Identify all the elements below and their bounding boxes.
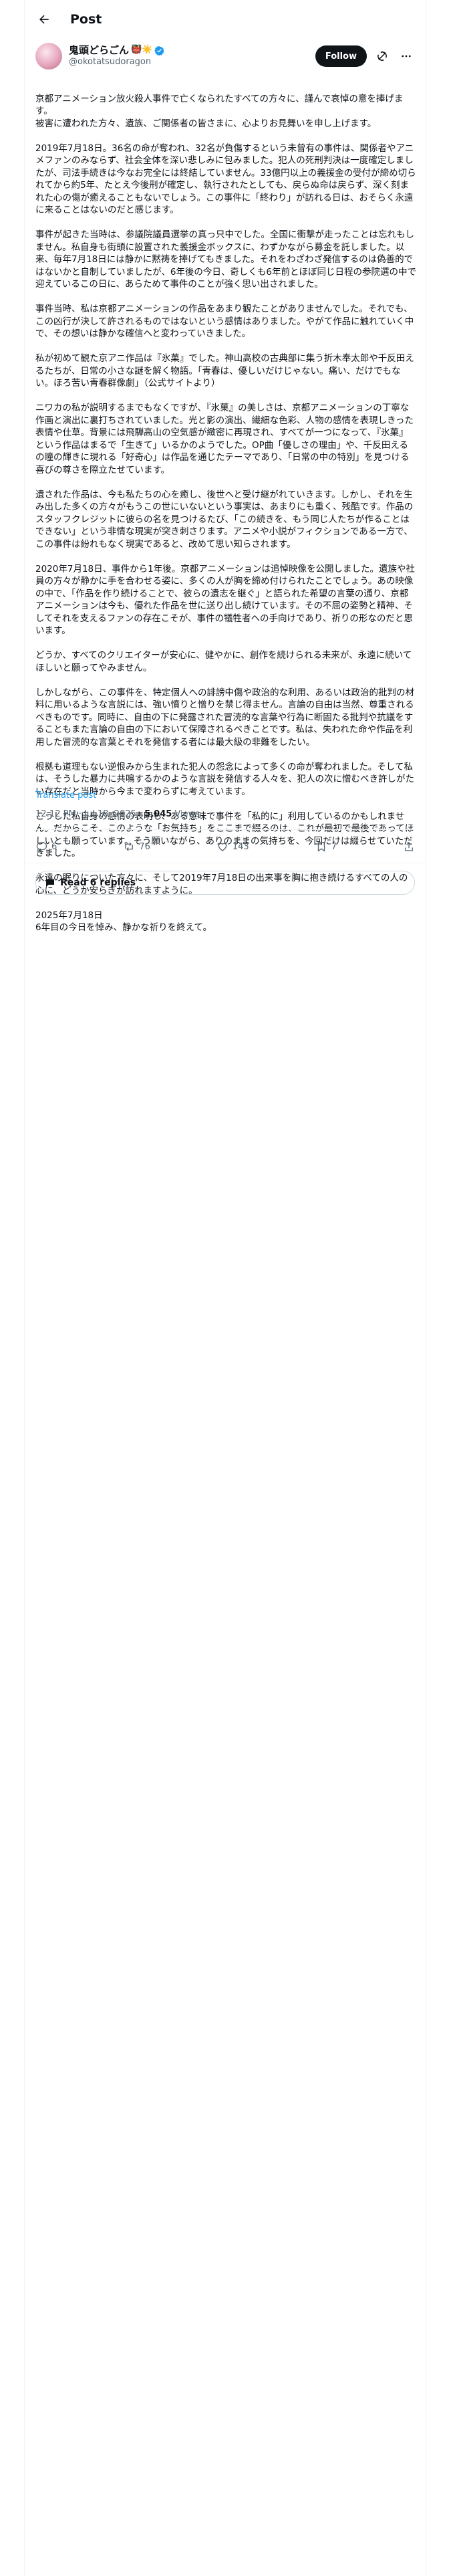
paragraph: 遺された作品は、今も私たちの心を癒し、後世へと受け継がれていきます。しかし、それ… [35, 489, 414, 550]
grok-icon [378, 51, 387, 61]
page-title: Post [70, 12, 102, 27]
like-count: 143 [232, 841, 249, 852]
back-button[interactable] [33, 8, 55, 31]
paragraph: 事件が起きた当時は、参議院議員選挙の真っ只中でした。全国に衝撃が走ったことは忘れ… [35, 229, 417, 290]
reply-count: 6 [51, 841, 57, 852]
share-icon [405, 842, 413, 851]
paragraph: 京都アニメーション放火殺人事件で亡くなられたすべての方々に、謹んで哀悼の意を捧げ… [35, 93, 404, 129]
reply-bubble-icon [46, 879, 54, 887]
reply-icon [36, 842, 47, 852]
repost-icon [125, 842, 134, 851]
more-options-icon [402, 55, 411, 58]
author-handle[interactable]: @okotatsudoragon [69, 56, 164, 68]
views-label: Views [172, 809, 200, 819]
paragraph: しかしながら、この事件を、特定個人への誹謗中傷や政治的な利用、あるいは政治的批判… [35, 687, 414, 748]
display-name-emoji: 👹☀️ [131, 45, 153, 55]
paragraph: 私が初めて観た京アニ作品は『氷菓』でした。神山高校の古典部に集う折木奉太郎や千反… [35, 353, 414, 389]
author-names: 鬼頭どらごん 👹☀️ @okotatsudoragon [69, 44, 165, 68]
main-column: Post 鬼頭どらごん 👹☀️ @okotatsudoragon Follow … [24, 0, 426, 2576]
paragraph: ニワカの私が説明するまでもなくですが、『氷菓』の美しさは、京都アニメーションの丁… [35, 403, 414, 475]
reply-button[interactable]: 6 [35, 841, 57, 853]
display-name-row[interactable]: 鬼頭どらごん 👹☀️ [69, 44, 165, 56]
repost-count: 76 [139, 841, 150, 852]
paragraph: 事件当時、私は京都アニメーションの作品をあまり観たことがありませんでした。それで… [35, 304, 414, 339]
action-bar: 6 76 143 7 [35, 831, 415, 862]
meta-separator: · [136, 809, 145, 819]
top-bar: Post [25, 0, 426, 39]
paragraph: 2020年7月18日、事件から1年後。京都アニメーションは追悼映像を公開しました… [35, 563, 415, 637]
follow-button[interactable]: Follow [315, 45, 367, 67]
back-arrow-icon [39, 15, 49, 24]
more-button[interactable] [398, 47, 415, 65]
display-name: 鬼頭どらごん [69, 44, 130, 56]
paragraph: 2019年7月18日。36名の命が奪われ、32名が負傷するという未曾有の事件は、… [35, 142, 416, 216]
post-time[interactable]: 12:12 PM · Jul 18, 2025 [35, 809, 136, 819]
grok-button[interactable] [373, 47, 391, 65]
avatar[interactable] [35, 43, 62, 70]
like-button[interactable]: 143 [216, 841, 249, 853]
heart-icon [218, 843, 227, 851]
paragraph: 2025年7月18日 6年目の今日を悼み、静かな祈りを終えて。 [35, 909, 212, 934]
repost-button[interactable]: 76 [123, 841, 150, 853]
read-replies-label: Read 6 replies [60, 877, 136, 888]
bookmark-icon [317, 841, 325, 852]
paragraph: どうか、すべてのクリエイターが安心に、健やかに、創作を続けられる未来が、永遠に続… [35, 650, 412, 673]
bookmark-button[interactable]: 7 [315, 841, 337, 853]
author-row: 鬼頭どらごん 👹☀️ @okotatsudoragon Follow [35, 40, 415, 72]
verified-badge-icon [154, 45, 165, 56]
read-replies-button[interactable]: Read 6 replies [35, 871, 415, 895]
views-count: 5,045 [144, 809, 172, 819]
post-text: 京都アニメーション放火殺人事件で亡くなられたすべての方々に、謹んで哀悼の意を捧げ… [35, 80, 416, 959]
post-meta: 12:12 PM · Jul 18, 2025 · 5,045 Views [35, 809, 200, 819]
bookmark-count: 7 [331, 841, 337, 852]
share-button[interactable] [403, 841, 415, 853]
translate-link[interactable]: Translate post [35, 790, 96, 800]
divider [35, 829, 415, 830]
